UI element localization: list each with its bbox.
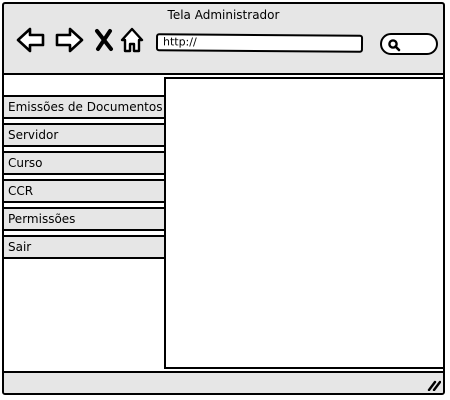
browser-window: Tela Administrador http:// Emissões de D… bbox=[2, 2, 445, 395]
main-panel bbox=[164, 77, 443, 369]
window-title: Tela Administrador bbox=[167, 8, 280, 22]
arrow-right-icon[interactable] bbox=[54, 26, 84, 54]
resize-grip-icon[interactable] bbox=[427, 379, 441, 391]
sidebar-item-emissoes-de-documentos[interactable]: Emissões de Documentos bbox=[4, 95, 166, 119]
sidebar-item-ccr[interactable]: CCR bbox=[4, 179, 166, 203]
close-icon[interactable] bbox=[94, 28, 114, 52]
search-icon bbox=[388, 39, 401, 52]
arrow-left-icon[interactable] bbox=[16, 26, 46, 54]
search-button[interactable] bbox=[380, 33, 438, 55]
sidebar-item-curso[interactable]: Curso bbox=[4, 151, 166, 175]
page-content: Emissões de Documentos Servidor Curso CC… bbox=[4, 73, 443, 373]
sidebar-item-sair[interactable]: Sair bbox=[4, 235, 166, 259]
sidebar-item-servidor[interactable]: Servidor bbox=[4, 123, 166, 147]
status-bar bbox=[4, 373, 443, 393]
sidebar-menu: Emissões de Documentos Servidor Curso CC… bbox=[4, 95, 166, 263]
home-icon[interactable] bbox=[119, 26, 145, 54]
address-input[interactable]: http:// bbox=[155, 33, 364, 53]
sidebar-item-permissoes[interactable]: Permissões bbox=[4, 207, 166, 231]
